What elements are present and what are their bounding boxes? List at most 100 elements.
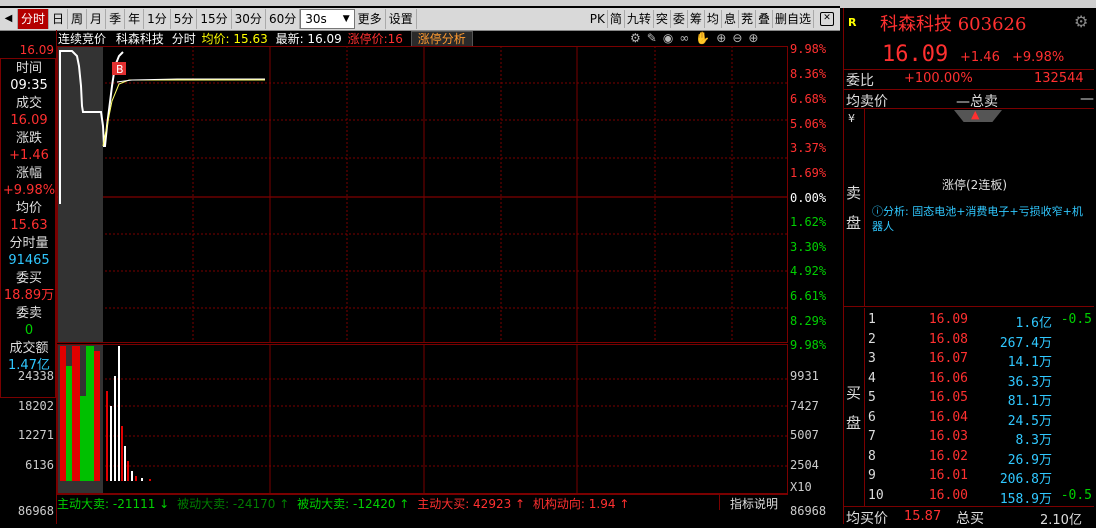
delete-watchlist-button[interactable]: 删自选 bbox=[773, 10, 814, 28]
avg-value: 15.63 bbox=[10, 218, 48, 233]
zoom-icon[interactable]: ⊕ bbox=[716, 31, 726, 47]
ob-volume: 1.6亿 bbox=[1015, 316, 1052, 331]
price-axis-top: 16.09 bbox=[19, 43, 54, 57]
ob-change: -0.5 bbox=[1060, 312, 1092, 327]
analysis-text: ⓘ分析: 固态电池+消费电子+亏损收窄+机器人 bbox=[872, 205, 1083, 233]
current-price: 16.09 bbox=[882, 42, 949, 67]
flow-item-1: 主动大卖: -21111 ↓ bbox=[57, 497, 170, 511]
collapse-arrow-icon[interactable]: ◀ bbox=[0, 9, 18, 29]
gear-icon[interactable]: ⚙ bbox=[630, 31, 641, 47]
huang-button[interactable]: 茺 bbox=[739, 10, 756, 28]
pct-tick-2: 8.36% bbox=[790, 67, 827, 81]
chevron-up-icon[interactable]: ▲ bbox=[971, 108, 979, 121]
settings-button[interactable]: 设置 bbox=[386, 9, 417, 29]
ob-level: 5 bbox=[868, 390, 876, 405]
ob-level: 4 bbox=[868, 370, 876, 386]
jiuzhuan-button[interactable]: 九转 bbox=[625, 10, 654, 28]
vol-r-tick-2: 7427 bbox=[790, 399, 819, 413]
fund-flow-bar: 主动大卖: -21111 ↓ 被动大卖: -24170 ↑ 被动大卖: -124… bbox=[57, 494, 788, 511]
jian-button[interactable]: 简 bbox=[608, 10, 625, 28]
tab-60min[interactable]: 60分 bbox=[266, 9, 301, 29]
ob-price: 16.07 bbox=[928, 351, 968, 366]
jun-button[interactable]: 均 bbox=[705, 10, 722, 28]
wei-button[interactable]: 委 bbox=[671, 10, 688, 28]
vol-r-tick-4: 2504 bbox=[790, 458, 819, 472]
mode-label: 分时 bbox=[171, 32, 196, 46]
limit-up-text: 涨停(2连板) bbox=[942, 178, 1007, 192]
pct-tick-7: 0.00% bbox=[790, 191, 827, 205]
min-vol-label: 分时量 bbox=[9, 236, 49, 251]
eye-icon[interactable]: ◉ bbox=[663, 31, 673, 47]
xi-button[interactable]: 息 bbox=[722, 10, 739, 28]
vol-tick-3: 12271 bbox=[17, 428, 54, 442]
ob-volume: 8.3万 bbox=[1015, 433, 1052, 448]
hand-icon[interactable]: ✋ bbox=[695, 31, 710, 47]
buy-marker-label: B bbox=[116, 63, 124, 76]
ob-price: 16.05 bbox=[928, 390, 968, 405]
auction-status: 连续竞价 bbox=[58, 32, 107, 46]
ob-volume: 36.3万 bbox=[1007, 374, 1052, 390]
left-info-panel: 16.09 时间 09:35 成交 16.09 涨跌 +1.46 涨幅 +9.9… bbox=[0, 30, 57, 524]
tab-day[interactable]: 日 bbox=[49, 9, 69, 29]
top-menu-strip bbox=[0, 0, 840, 6]
indicator-help-button[interactable]: 指标说明 bbox=[719, 495, 788, 511]
tab-1min[interactable]: 1分 bbox=[144, 9, 171, 29]
gear-icon[interactable]: ⚙ bbox=[1074, 12, 1088, 31]
buy-avg-value: 15.87 bbox=[904, 509, 942, 524]
link-icon[interactable]: ∞ bbox=[679, 31, 689, 47]
r-badge: R bbox=[848, 16, 857, 29]
ob-change: -0.5 bbox=[1060, 487, 1092, 503]
pct-value: +9.98% bbox=[2, 183, 56, 198]
deal-label: 成交 bbox=[15, 96, 42, 111]
close-icon[interactable]: ✕ bbox=[820, 12, 834, 26]
min-vol-value: 91465 bbox=[8, 253, 50, 268]
tab-year[interactable]: 年 bbox=[125, 9, 145, 29]
tab-15min[interactable]: 15分 bbox=[197, 9, 232, 29]
ob-volume: 206.8万 bbox=[999, 472, 1052, 487]
time-value: 09:35 bbox=[10, 78, 48, 93]
ob-level: 1 bbox=[868, 312, 876, 327]
draw-pen-icon[interactable]: ✎ bbox=[647, 31, 657, 47]
plus-circle-icon[interactable]: ⊕ bbox=[748, 31, 758, 47]
pk-button[interactable]: PK bbox=[588, 10, 608, 28]
weibi-number: 132544 bbox=[1034, 71, 1084, 86]
pct-tick-1: 9.98% bbox=[790, 42, 827, 56]
chou-button[interactable]: 筹 bbox=[688, 10, 705, 28]
pct-tick-13: 9.98% bbox=[790, 338, 827, 352]
ob-price: 16.02 bbox=[928, 448, 968, 464]
die-button[interactable]: 叠 bbox=[756, 10, 773, 28]
ob-volume: 267.4万 bbox=[999, 335, 1052, 351]
ob-price: 16.09 bbox=[928, 312, 968, 327]
buy-avg-label: 均买价 bbox=[846, 511, 888, 527]
pct-tick-11: 6.61% bbox=[790, 289, 827, 303]
ob-volume: 81.1万 bbox=[1007, 394, 1052, 409]
tab-30min[interactable]: 30分 bbox=[232, 9, 266, 29]
ob-volume: 24.5万 bbox=[1007, 413, 1052, 429]
ob-price: 16.01 bbox=[928, 468, 968, 483]
vol-r-tick-5: X10 bbox=[790, 480, 812, 494]
total-buy-label: 总买 bbox=[956, 511, 984, 527]
flow-item-4: 主动大买: 42923 ↑ bbox=[417, 497, 526, 511]
tab-week[interactable]: 周 bbox=[68, 9, 88, 29]
tab-fenshi[interactable]: 分时 bbox=[18, 9, 50, 29]
stock-name-label: 科森科技 bbox=[115, 32, 164, 46]
pct-tick-10: 4.92% bbox=[790, 264, 827, 278]
period-select[interactable]: 30s ▼ bbox=[300, 9, 355, 29]
change-label: 涨跌 bbox=[15, 131, 42, 146]
ob-price: 16.04 bbox=[928, 409, 968, 425]
pct-tick-3: 6.68% bbox=[790, 92, 827, 106]
buy-marker[interactable]: B bbox=[112, 62, 126, 76]
more-button[interactable]: 更多 bbox=[355, 9, 386, 29]
ob-level: 3 bbox=[868, 351, 876, 366]
weibi-label: 委比 bbox=[846, 73, 874, 89]
tab-month[interactable]: 月 bbox=[87, 9, 107, 29]
vol-r-tick-6: 86968 bbox=[790, 504, 827, 518]
minus-circle-icon[interactable]: ⊖ bbox=[732, 31, 742, 47]
tab-5min[interactable]: 5分 bbox=[171, 9, 198, 29]
limit-analysis-button[interactable]: 涨停分析 bbox=[410, 31, 473, 47]
tu-button[interactable]: 突 bbox=[654, 10, 671, 28]
buy-side-label: 买盘 bbox=[846, 384, 862, 432]
tab-quarter[interactable]: 季 bbox=[106, 9, 126, 29]
volume-bars bbox=[60, 346, 151, 481]
pct-tick-8: 1.62% bbox=[790, 215, 827, 229]
